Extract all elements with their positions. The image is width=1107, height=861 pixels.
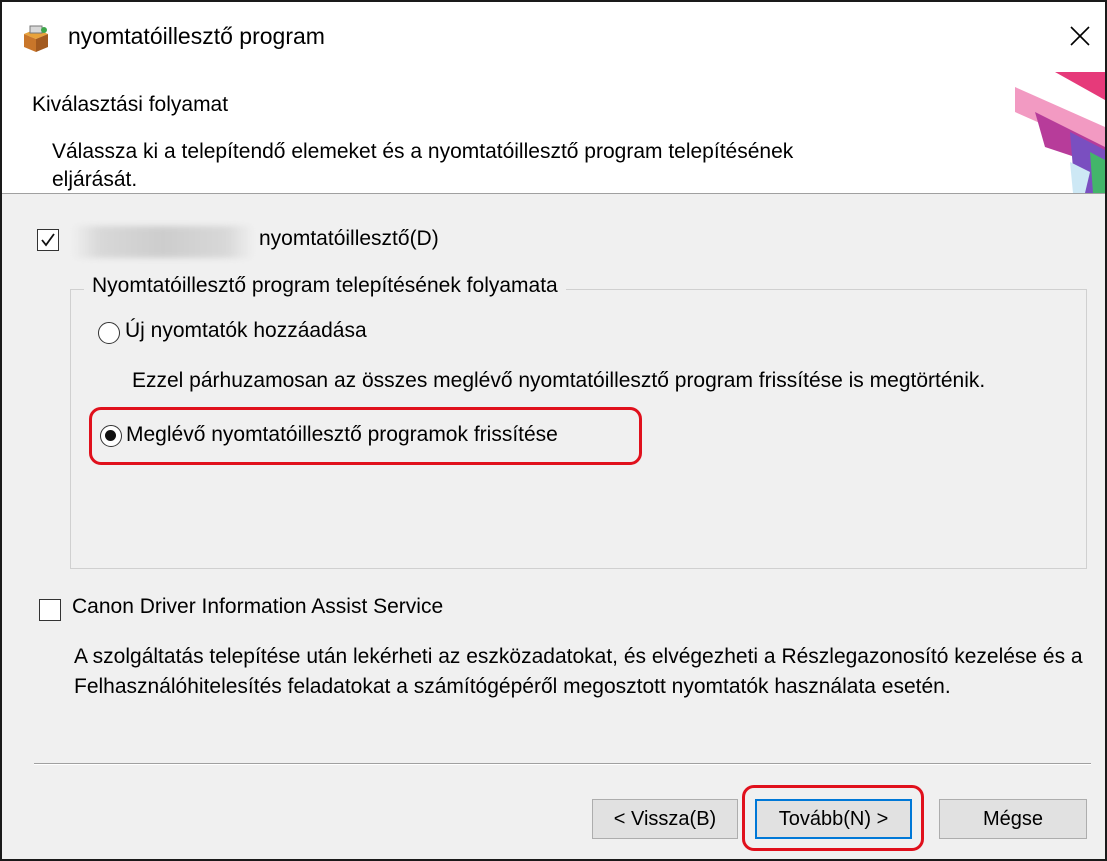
install-method-legend: Nyomtatóillesztő program telepítésének f… (84, 274, 566, 298)
add-new-printers-label[interactable]: Új nyomtatók hozzáadása (125, 319, 367, 343)
page-description: Válassza ki a telepítendő elemeket és a … (52, 140, 794, 191)
assist-service-description: A szolgáltatás telepítése után lekérheti… (74, 645, 1083, 698)
page-heading: Kiválasztási folyamat (32, 93, 229, 116)
highlight-frame-update-option (89, 407, 642, 465)
back-button[interactable]: < Vissza(B) (592, 799, 738, 839)
wizard-header: Kiválasztási folyamat Válassza ki a tele… (2, 72, 1105, 194)
add-new-printers-description: Ezzel párhuzamosan az összes meglévő nyo… (132, 369, 986, 392)
window-title: nyomtatóillesztő program (68, 23, 325, 49)
installer-window: nyomtatóillesztő program Kiválasztási fo… (0, 0, 1107, 861)
footer-separator (34, 763, 1091, 765)
assist-service-checkbox[interactable] (39, 599, 61, 621)
cancel-button[interactable]: Mégse (939, 799, 1087, 839)
decorative-banner-graphic (1015, 72, 1105, 193)
close-icon[interactable] (1062, 18, 1098, 54)
highlight-frame-next-button (742, 785, 924, 851)
redacted-product-name (72, 226, 254, 258)
driver-checkbox-label[interactable]: nyomtatóillesztő(D) (259, 227, 439, 251)
title-bar: nyomtatóillesztő program (2, 2, 1105, 72)
driver-checkbox[interactable] (37, 229, 59, 251)
assist-service-label[interactable]: Canon Driver Information Assist Service (72, 595, 443, 619)
printer-box-icon (20, 24, 52, 54)
add-new-printers-radio[interactable] (98, 322, 120, 344)
